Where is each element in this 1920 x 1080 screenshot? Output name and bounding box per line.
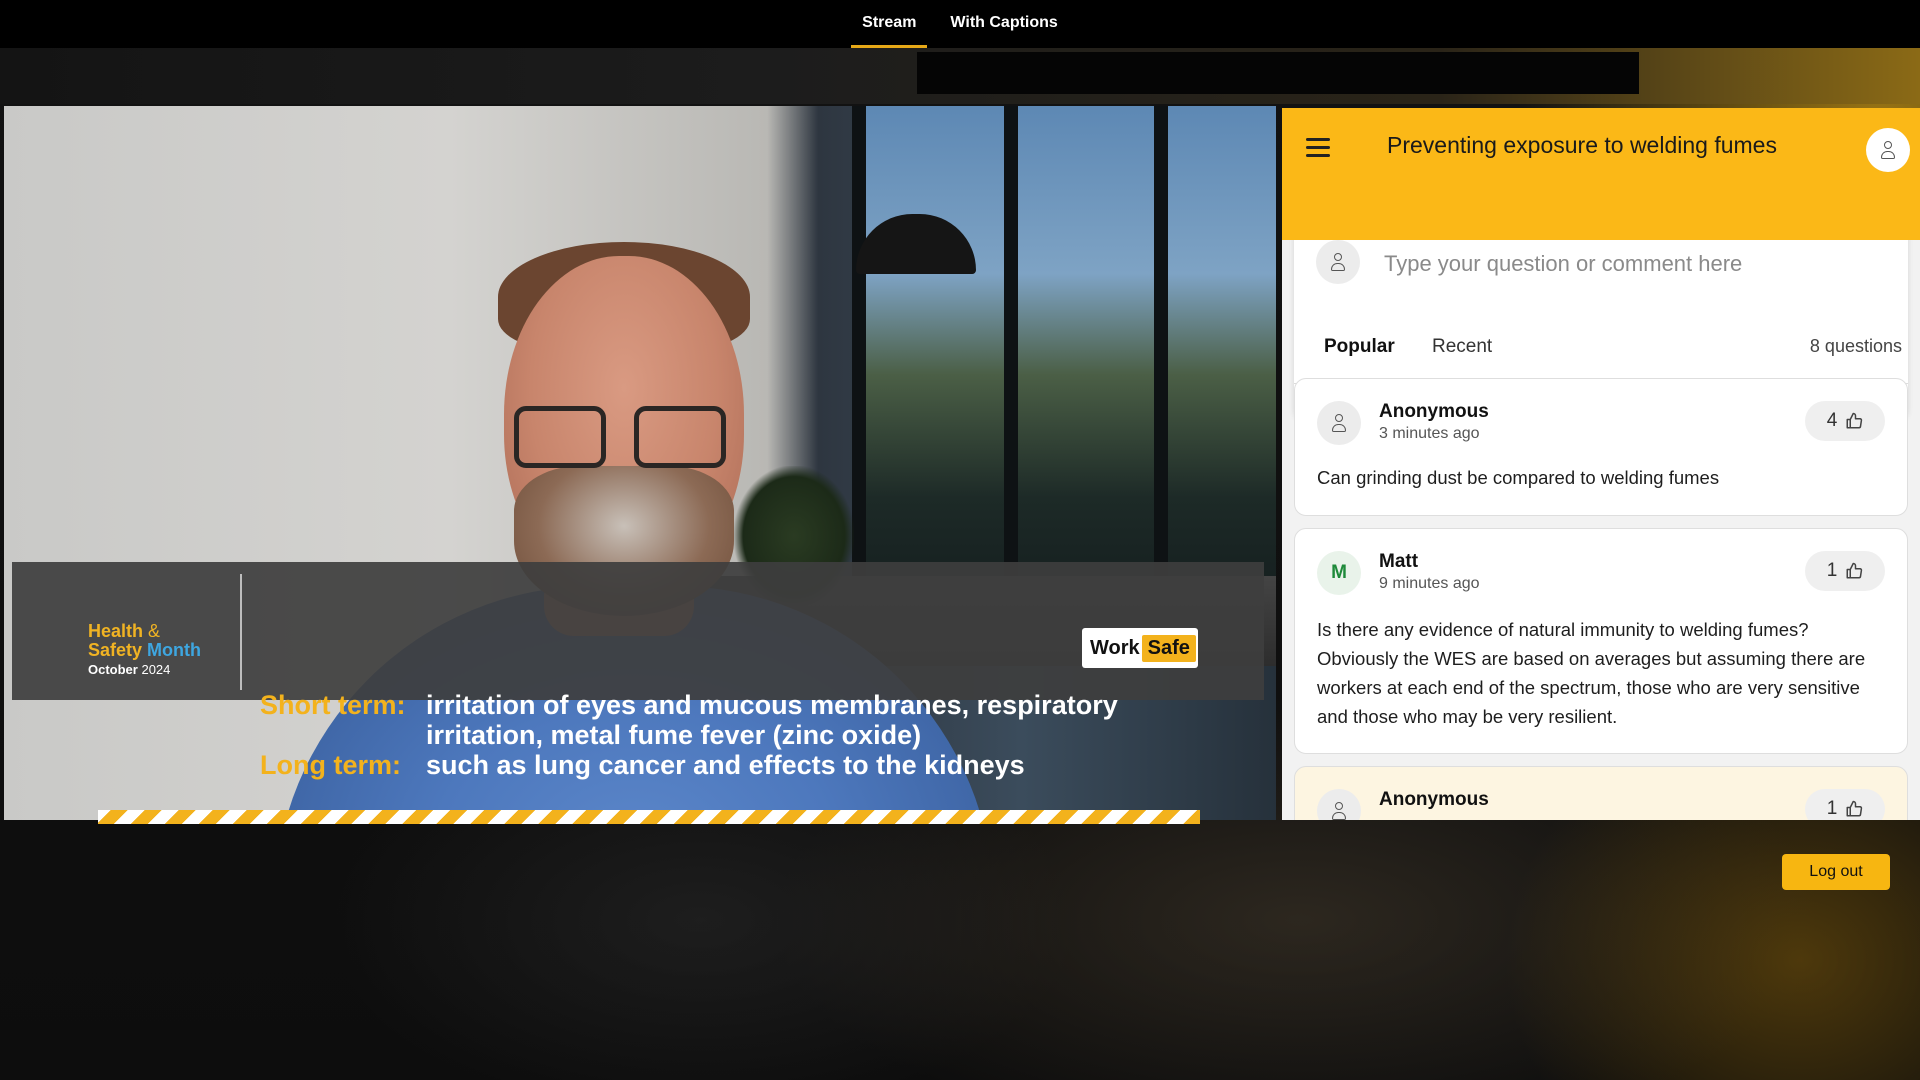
logo-safe: Safe bbox=[1141, 634, 1196, 662]
user-icon bbox=[1330, 414, 1348, 432]
logo-work: Work bbox=[1090, 636, 1140, 659]
health-safety-month-logo: Health & Safety Month October 2024 bbox=[88, 622, 228, 702]
logout-button[interactable]: Log out bbox=[1782, 854, 1890, 890]
thumbs-up-icon bbox=[1845, 412, 1863, 430]
author-avatar bbox=[1317, 789, 1361, 820]
qa-panel: Preventing exposure to welding fumes Pop… bbox=[1282, 108, 1920, 820]
like-button[interactable]: 1 bbox=[1805, 789, 1885, 820]
thumbs-up-icon bbox=[1845, 562, 1863, 580]
question-text: Can grinding dust be compared to welding… bbox=[1317, 467, 1720, 488]
like-count: 1 bbox=[1826, 560, 1838, 581]
caption-short-term-label: Short term: bbox=[260, 690, 406, 720]
tab-recent[interactable]: Recent bbox=[1410, 336, 1514, 384]
like-count: 4 bbox=[1826, 410, 1838, 431]
worksafe-logo: Work Safe bbox=[1082, 628, 1198, 668]
tab-with-captions[interactable]: With Captions bbox=[939, 0, 1068, 48]
caption-long-term-text: such as lung cancer and effects to the k… bbox=[426, 750, 1025, 780]
profile-button[interactable] bbox=[1866, 128, 1910, 172]
qa-title: Preventing exposure to welding fumes bbox=[1387, 132, 1777, 158]
question-card: Anonymous 1 bbox=[1294, 766, 1908, 820]
caption-divider bbox=[240, 574, 242, 690]
caption-long-term-label: Long term: bbox=[260, 750, 401, 780]
thumbs-up-icon bbox=[1845, 800, 1863, 818]
question-input-row bbox=[1294, 240, 1908, 320]
caption-short-term-line1: irritation of eyes and mucous membranes,… bbox=[426, 690, 1118, 720]
input-avatar bbox=[1316, 240, 1360, 284]
glasses-right-lens bbox=[634, 406, 726, 468]
background-dark-strip bbox=[917, 52, 1639, 94]
brand-safety: Safety bbox=[88, 639, 143, 660]
question-card: Anonymous 3 minutes ago 4 Can grinding d… bbox=[1294, 378, 1908, 516]
brand-month: Month bbox=[147, 639, 202, 660]
author-avatar bbox=[1317, 401, 1361, 445]
question-count: 8 questions bbox=[1809, 336, 1902, 356]
question-text: Is there any evidence of natural immunit… bbox=[1317, 619, 1866, 727]
caption-short-term-line2: irritation, metal fume fever (zinc oxide… bbox=[426, 720, 922, 750]
tab-stream[interactable]: Stream bbox=[851, 0, 928, 48]
hazard-stripe bbox=[98, 810, 1200, 824]
brand-year: 2024 bbox=[141, 661, 171, 677]
question-author: Matt bbox=[1379, 551, 1419, 572]
question-input[interactable] bbox=[1382, 246, 1882, 282]
question-author: Anonymous bbox=[1379, 401, 1489, 422]
qa-tabs: Popular Recent 8 questions bbox=[1294, 322, 1908, 384]
caption-short-term-row: Short term: irritation of eyes and mucous… bbox=[260, 690, 1118, 721]
brand-month-name: October bbox=[88, 661, 138, 677]
brand-health: Health bbox=[88, 621, 144, 641]
question-card: M Matt 9 minutes ago 1 Is there any evid… bbox=[1294, 528, 1908, 754]
tab-popular[interactable]: Popular bbox=[1302, 336, 1417, 384]
question-time: 3 minutes ago bbox=[1379, 425, 1480, 442]
question-author: Anonymous bbox=[1379, 789, 1489, 810]
like-button[interactable]: 1 bbox=[1805, 551, 1885, 591]
question-time: 9 minutes ago bbox=[1379, 575, 1480, 592]
like-count: 1 bbox=[1826, 798, 1838, 819]
caption-short-term-row-2: irritation, metal fume fever (zinc oxide… bbox=[260, 720, 921, 751]
user-icon bbox=[1329, 253, 1347, 271]
top-nav: Stream With Captions bbox=[0, 0, 1920, 48]
menu-icon[interactable] bbox=[1306, 138, 1330, 158]
glasses-left-lens bbox=[514, 406, 606, 468]
like-button[interactable]: 4 bbox=[1805, 401, 1885, 441]
user-icon bbox=[1330, 802, 1348, 820]
brand-ampersand: & bbox=[148, 621, 161, 641]
qa-header bbox=[1282, 108, 1920, 240]
caption-long-term-row: Long term: such as lung cancer and effect… bbox=[260, 750, 1025, 781]
user-icon bbox=[1879, 141, 1897, 159]
author-avatar: M bbox=[1317, 551, 1361, 595]
